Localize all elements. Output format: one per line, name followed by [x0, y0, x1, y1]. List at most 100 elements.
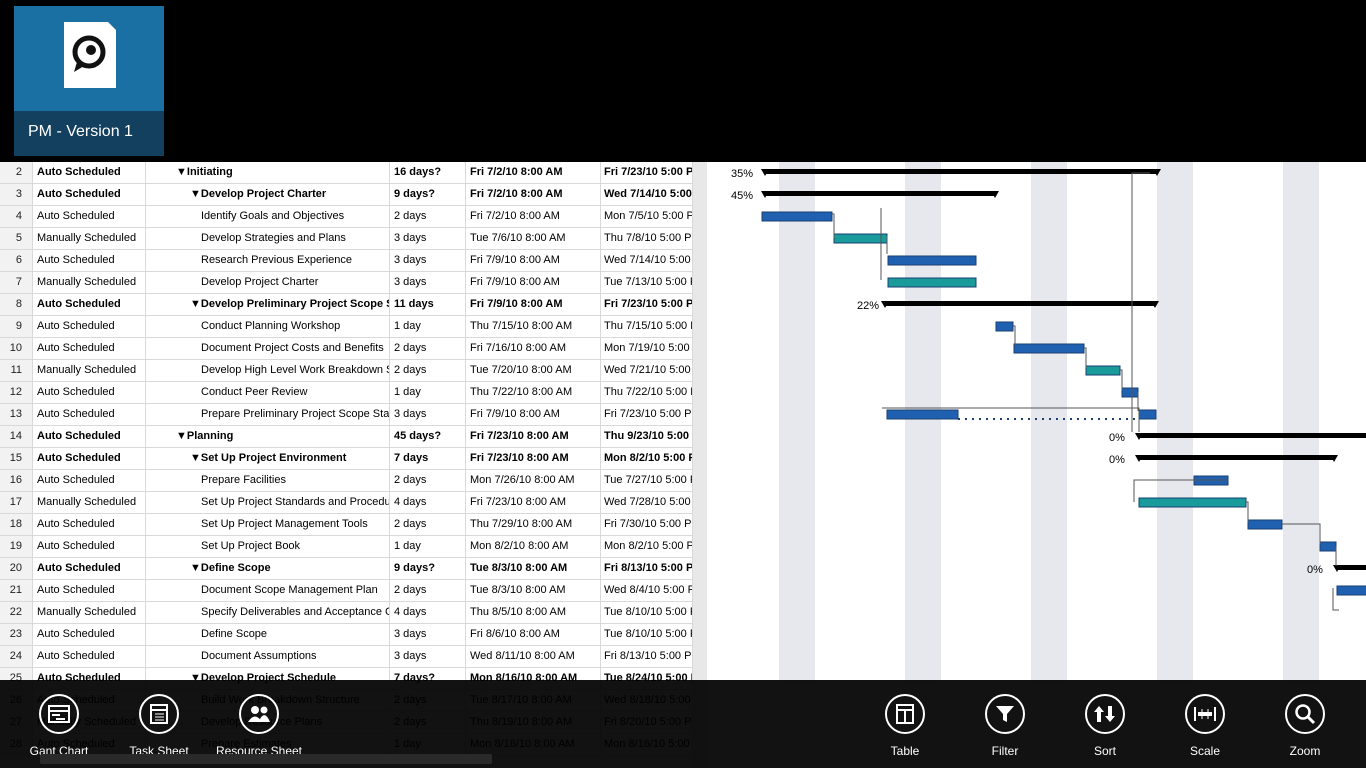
finish-cell: Fri 7/23/10 5:00 PM [601, 162, 693, 183]
task-bar [1138, 497, 1247, 508]
task-name-cell: ▼Set Up Project Environment [146, 448, 390, 469]
finish-cell: Wed 8/4/10 5:00 PM [601, 580, 693, 601]
percent-complete-label: 0% [1307, 564, 1323, 576]
table-row[interactable]: 16 Auto Scheduled Prepare Facilities 2 days… [0, 470, 693, 492]
row-id: 5 [0, 228, 33, 249]
task-bar [886, 409, 959, 420]
filter-button[interactable]: Filter [955, 694, 1055, 764]
sort-icon [1085, 694, 1125, 734]
table-row[interactable]: 5 Manually Scheduled Develop Strategies an… [0, 228, 693, 250]
finish-cell: Thu 7/22/10 5:00 PM [601, 382, 693, 403]
task-table: 2 Auto Scheduled ▼Initiating 16 days? Fri 7/… [0, 162, 707, 768]
filter-icon [985, 694, 1025, 734]
table-row[interactable]: 3 Auto Scheduled ▼Develop Project Charter 9… [0, 184, 693, 206]
task-name-cell: Develop High Level Work Breakdown Struct… [146, 360, 390, 381]
table-row[interactable]: 10 Auto Scheduled Document Project Costs a… [0, 338, 693, 360]
start-cell: Fri 7/2/10 8:00 AM [466, 206, 601, 227]
task-bar [1121, 387, 1139, 398]
table-row[interactable]: 24 Auto Scheduled Document Assumptions 3 da… [0, 646, 693, 668]
duration-cell: 2 days [390, 514, 466, 535]
table-row[interactable]: 22 Manually Scheduled Specify Deliverables… [0, 602, 693, 624]
task-name-cell: Set Up Project Standards and Procedures [146, 492, 390, 513]
task-mode-cell: Auto Scheduled [33, 580, 146, 601]
row-id: 11 [0, 360, 33, 381]
task-bar [833, 233, 888, 244]
scale-button[interactable]: Scale [1155, 694, 1255, 764]
table-row[interactable]: 12 Auto Scheduled Conduct Peer Review 1 day… [0, 382, 693, 404]
table-row[interactable]: 23 Auto Scheduled Define Scope 3 days Fri 8/… [0, 624, 693, 646]
start-cell: Wed 8/11/10 8:00 AM [466, 646, 601, 667]
scale-icon [1185, 694, 1225, 734]
start-cell: Thu 8/5/10 8:00 AM [466, 602, 601, 623]
pane-splitter[interactable] [693, 162, 707, 768]
percent-complete-label: 0% [1109, 432, 1125, 444]
table-row[interactable]: 6 Auto Scheduled Research Previous Experie… [0, 250, 693, 272]
finish-cell: Fri 7/23/10 5:00 PM [601, 404, 693, 425]
zoom-label: Zoom [1289, 744, 1321, 758]
task-name-cell: Conduct Planning Workshop [146, 316, 390, 337]
task-sheet-icon [139, 694, 179, 734]
table-row[interactable]: 17 Manually Scheduled Set Up Project Stand… [0, 492, 693, 514]
table-row[interactable]: 21 Auto Scheduled Document Scope Managemen… [0, 580, 693, 602]
table-row[interactable]: 15 Auto Scheduled ▼Set Up Project Environm… [0, 448, 693, 470]
table-row[interactable]: 8 Auto Scheduled ▼Develop Preliminary Proj… [0, 294, 693, 316]
duration-cell: 3 days [390, 646, 466, 667]
task-mode-cell: Manually Scheduled [33, 360, 146, 381]
table-row[interactable]: 4 Auto Scheduled Identify Goals and Object… [0, 206, 693, 228]
row-id: 23 [0, 624, 33, 645]
task-mode-cell: Auto Scheduled [33, 382, 146, 403]
row-id: 8 [0, 294, 33, 315]
duration-cell: 3 days [390, 624, 466, 645]
row-id: 4 [0, 206, 33, 227]
duration-cell: 2 days [390, 360, 466, 381]
project-tile[interactable]: PM - Version 1 [14, 6, 164, 156]
table-row[interactable]: 14 Auto Scheduled ▼Planning 45 days? Fri 7/2… [0, 426, 693, 448]
zoom-button[interactable]: Zoom [1255, 694, 1355, 764]
task-bar [761, 211, 833, 222]
task-mode-cell: Auto Scheduled [33, 536, 146, 557]
start-cell: Fri 8/6/10 8:00 AM [466, 624, 601, 645]
table-row[interactable]: 19 Auto Scheduled Set Up Project Book 1 day… [0, 536, 693, 558]
scale-label: Scale [1189, 744, 1221, 758]
finish-cell: Wed 7/28/10 5:00 PM [601, 492, 693, 513]
duration-cell: 3 days [390, 228, 466, 249]
task-bar [1319, 541, 1337, 552]
table-button[interactable]: Table [855, 694, 955, 764]
task-mode-cell: Auto Scheduled [33, 206, 146, 227]
sort-button[interactable]: Sort [1055, 694, 1155, 764]
summary-bar [1139, 433, 1366, 438]
table-row[interactable]: 20 Auto Scheduled ▼Define Scope 9 days? Tue … [0, 558, 693, 580]
duration-cell: 9 days? [390, 558, 466, 579]
row-id: 19 [0, 536, 33, 557]
table-row[interactable]: 11 Manually Scheduled Develop High Level W… [0, 360, 693, 382]
resource-sheet-icon [239, 694, 279, 734]
duration-cell: 1 day [390, 316, 466, 337]
row-id: 18 [0, 514, 33, 535]
task-bar [1336, 585, 1366, 596]
finish-cell: Mon 7/19/10 5:00 PM [601, 338, 693, 359]
start-cell: Fri 7/9/10 8:00 AM [466, 404, 601, 425]
task-mode-cell: Auto Scheduled [33, 316, 146, 337]
percent-complete-label: 0% [1109, 454, 1125, 466]
gantt-chart: 35% 45% 22% 0% 0% 0% [707, 162, 1366, 768]
task-mode-cell: Auto Scheduled [33, 250, 146, 271]
task-mode-cell: Manually Scheduled [33, 602, 146, 623]
task-name-cell: Prepare Preliminary Project Scope Statem… [146, 404, 390, 425]
table-row[interactable]: 18 Auto Scheduled Set Up Project Managemen… [0, 514, 693, 536]
start-cell: Tue 7/20/10 8:00 AM [466, 360, 601, 381]
table-row[interactable]: 13 Auto Scheduled Prepare Preliminary Proj… [0, 404, 693, 426]
horizontal-scrollbar[interactable] [40, 754, 492, 764]
table-row[interactable]: 7 Manually Scheduled Develop Project Chart… [0, 272, 693, 294]
finish-cell: Thu 9/23/10 5:00 PM [601, 426, 693, 447]
summary-bar [1337, 565, 1366, 570]
finish-cell: Fri 8/13/10 5:00 PM [601, 558, 693, 579]
row-id: 7 [0, 272, 33, 293]
duration-cell: 2 days [390, 580, 466, 601]
table-row[interactable]: 9 Auto Scheduled Conduct Planning Workshop… [0, 316, 693, 338]
task-mode-cell: Auto Scheduled [33, 470, 146, 491]
task-mode-cell: Auto Scheduled [33, 162, 146, 183]
filter-label: Filter [991, 744, 1019, 758]
table-row[interactable]: 2 Auto Scheduled ▼Initiating 16 days? Fri 7/… [0, 162, 693, 184]
finish-cell: Mon 8/2/10 5:00 PM [601, 448, 693, 469]
summary-bar [885, 301, 1155, 306]
